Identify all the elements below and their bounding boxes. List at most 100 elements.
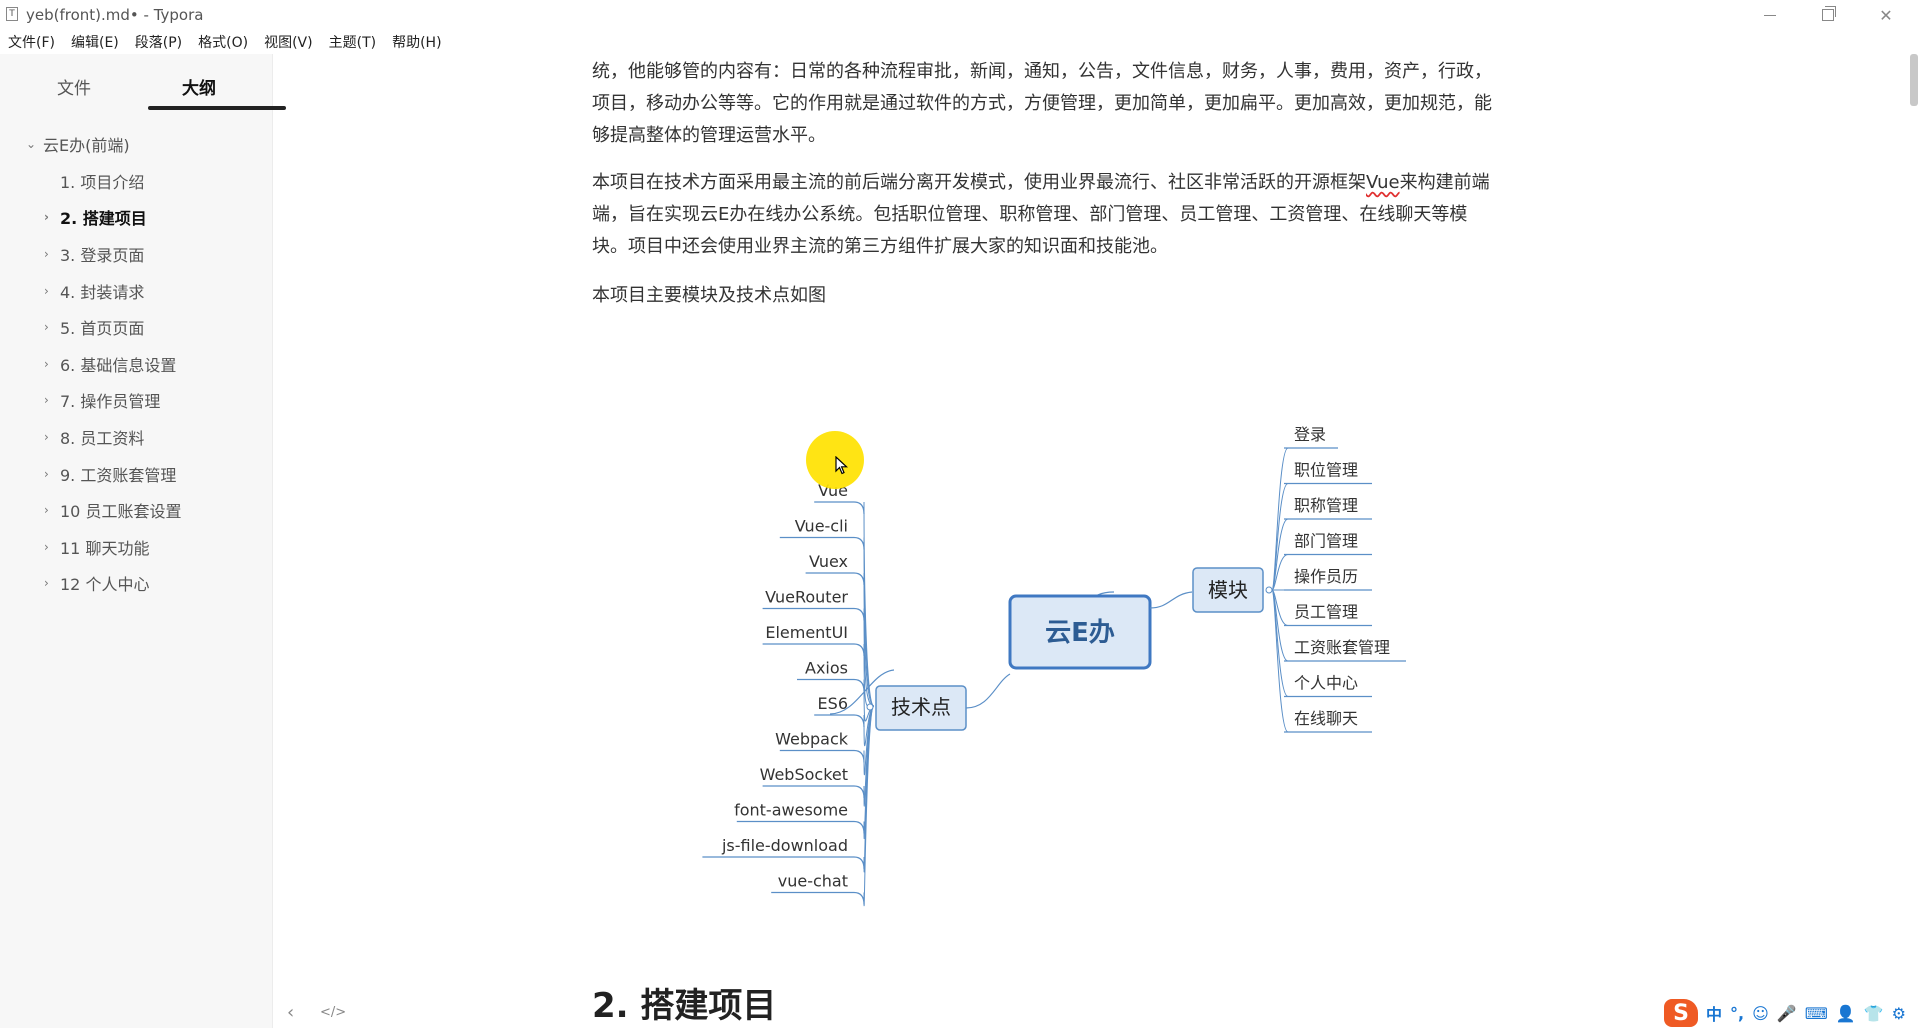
outline-item-label: 2. 搭建项目 (60, 209, 147, 229)
chevron-right-icon[interactable]: › (44, 210, 49, 224)
outline-item[interactable]: › 6. 基础信息设置 (0, 346, 273, 383)
tech-node: vue-chat (778, 872, 848, 891)
chevron-right-icon[interactable]: › (44, 540, 49, 554)
outline-item[interactable]: › 12 个人中心 (0, 565, 273, 602)
outline-item-label: 6. 基础信息设置 (60, 355, 177, 375)
menu-view[interactable]: 视图(V) (264, 32, 313, 52)
edge-line (779, 536, 865, 550)
edge-line (779, 749, 865, 763)
ime-skin-icon[interactable]: 👕 (1864, 1004, 1884, 1023)
chevron-right-icon[interactable]: › (44, 393, 49, 407)
tech-node: VueRouter (765, 588, 848, 607)
menu-file[interactable]: 文件(F) (8, 32, 55, 52)
sidebar: 文件 大纲 ⌄ 云E办(前端) 1. 项目介绍 › 2. 搭建项目 › 3. 登录页面 › 4.… (0, 54, 286, 1028)
ime-language-toggle[interactable]: 中 (1706, 1001, 1722, 1025)
paragraph-text: 本项目在技术方面采用最主流的前后端分离开发模式，使用业界最流行、社区非常活跃的开… (592, 172, 1366, 193)
tech-node: ES6 (818, 694, 848, 713)
outline-item-label: 3. 登录页面 (60, 246, 145, 266)
ime-user-icon[interactable]: 👤 (1836, 1004, 1856, 1023)
chevron-right-icon[interactable]: › (44, 247, 49, 261)
outline-item-label: 9. 工资账套管理 (60, 465, 177, 485)
outline-item[interactable]: › 9. 工资账套管理 (0, 455, 273, 492)
close-button[interactable]: ✕ (1857, 0, 1915, 30)
outline-item[interactable]: › 5. 首页页面 (0, 309, 273, 346)
module-node: 职位管理 (1294, 461, 1358, 480)
paragraph-line: 块。项目中还会使用业界主流的第三方组件扩展大家的知识面和技能池。 (592, 236, 1168, 257)
tech-node: Vuex (809, 552, 848, 571)
ime-punctuation-icon[interactable]: °, (1730, 1004, 1744, 1023)
menu-edit[interactable]: 编辑(E) (71, 32, 119, 52)
restore-button[interactable] (1799, 0, 1857, 30)
scrollbar[interactable] (1905, 54, 1920, 1028)
minimize-button[interactable] (1741, 0, 1799, 30)
outline-item[interactable]: › 8. 员工资料 (0, 419, 273, 456)
chevron-right-icon[interactable]: › (44, 357, 49, 371)
section-heading: 2. 搭建项目 (592, 986, 777, 1026)
tab-outline[interactable]: 大纲 (182, 74, 216, 99)
paragraph-text: 来构建前端 (1399, 172, 1490, 193)
outline-item[interactable]: › 10 员工账套设置 (0, 492, 273, 529)
outline-item[interactable]: › 11 聊天功能 (0, 529, 273, 566)
chevron-down-icon[interactable]: ⌄ (26, 137, 36, 151)
paragraph-line: 够提高整体的管理运营水平。 (592, 125, 826, 146)
branch-node-label: 模块 (1208, 578, 1248, 602)
tech-node: Axios (805, 659, 848, 678)
spellcheck-word: Vue (1366, 172, 1400, 193)
edge-line (762, 643, 865, 657)
edge-line (762, 785, 865, 799)
edge-line (965, 673, 1011, 709)
menu-format[interactable]: 格式(O) (198, 32, 248, 52)
outline-item-label: 10 员工账套设置 (60, 502, 182, 522)
chevron-right-icon[interactable]: › (44, 467, 49, 481)
tech-node: WebSocket (760, 765, 848, 784)
tab-files[interactable]: 文件 (57, 74, 91, 99)
module-node: 操作员历 (1294, 567, 1358, 586)
ime-settings-icon[interactable]: ⚙ (1892, 1004, 1906, 1023)
sidebar-tabs: 文件 大纲 (0, 54, 286, 112)
branch-node-label: 技术点 (891, 695, 951, 719)
edge-line (762, 607, 865, 621)
module-node: 员工管理 (1294, 603, 1358, 622)
collapse-sidebar-icon[interactable]: ‹ (287, 1002, 294, 1023)
ime-keyboard-icon[interactable]: ⌨ (1805, 1004, 1828, 1023)
tech-node: font-awesome (734, 801, 848, 820)
collapse-dot (866, 703, 874, 711)
sogou-logo-icon[interactable]: S (1664, 999, 1698, 1027)
tech-node: ElementUI (765, 623, 848, 642)
outline-item[interactable]: › 4. 封装请求 (0, 272, 273, 309)
outline-item[interactable]: › 7. 操作员管理 (0, 382, 273, 419)
outline-item[interactable]: 1. 项目介绍 (0, 163, 273, 200)
chevron-right-icon[interactable]: › (44, 430, 49, 444)
module-node: 工资账套管理 (1294, 638, 1390, 657)
chevron-right-icon[interactable]: › (44, 320, 49, 334)
module-node: 在线聊天 (1294, 709, 1358, 728)
minimize-icon (1764, 14, 1776, 16)
edge-line (1149, 591, 1193, 609)
ime-emoji-icon[interactable]: ☺ (1752, 1004, 1769, 1023)
chevron-right-icon[interactable]: › (44, 284, 49, 298)
typora-app-icon: T (6, 7, 18, 21)
menu-help[interactable]: 帮助(H) (392, 32, 441, 52)
edge-line (797, 678, 865, 692)
edge-line (814, 501, 865, 515)
mindmap-diagram: VueVue-cliVuexVueRouterElementUIAxiosES6… (702, 425, 1406, 906)
sidebar-footer (0, 994, 273, 1028)
tech-node: Vue-cli (795, 517, 848, 536)
source-code-mode-icon[interactable]: </> (320, 1005, 346, 1020)
outline-item[interactable]: › 3. 登录页面 (0, 236, 273, 273)
edge-line (771, 891, 865, 905)
outline-item-label: 1. 项目介绍 (60, 172, 145, 192)
ime-voice-icon[interactable]: 🎤 (1777, 1004, 1797, 1023)
menu-paragraph[interactable]: 段落(P) (135, 32, 182, 52)
outline-item-label: 5. 首页页面 (60, 319, 145, 339)
outline-item[interactable]: › 2. 搭建项目 (0, 199, 273, 236)
chevron-right-icon[interactable]: › (44, 503, 49, 517)
outline-item-label: 12 个人中心 (60, 575, 150, 595)
outline-item-label: 8. 员工资料 (60, 429, 145, 449)
chevron-right-icon[interactable]: › (44, 576, 49, 590)
outline-item[interactable]: ⌄ 云E办(前端) (0, 126, 273, 163)
outline-item-label: 4. 封装请求 (60, 282, 145, 302)
menu-theme[interactable]: 主题(T) (329, 32, 376, 52)
scrollbar-thumb[interactable] (1910, 54, 1918, 106)
restore-icon (1822, 6, 1836, 21)
